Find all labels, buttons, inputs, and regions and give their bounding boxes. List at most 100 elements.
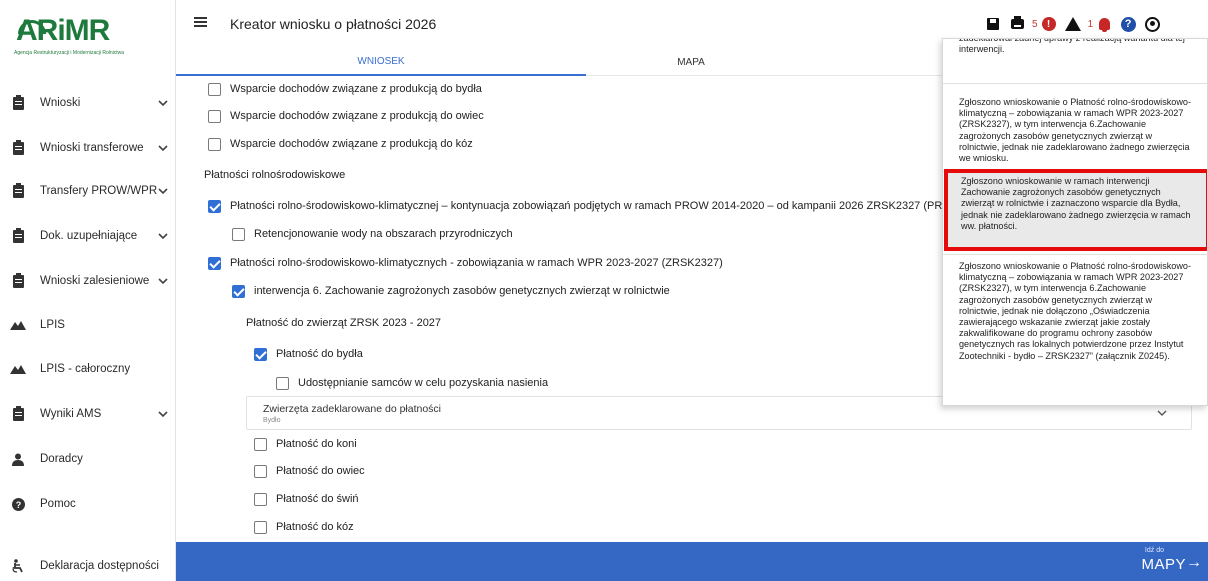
form-row[interactable]: Wsparcie dochodów związane z produkcją d… (208, 134, 473, 154)
checkbox-label: Płatność do koni (276, 438, 357, 450)
tab-wniosek[interactable]: WNIOSEK (176, 48, 586, 76)
clipboard-icon (10, 272, 26, 289)
chevron-down-icon (158, 145, 168, 152)
clipboard-icon (10, 182, 26, 199)
checkbox-label: Wsparcie dochodów związane z produkcją d… (230, 110, 484, 122)
sidebar-item-label: Pomoc (40, 498, 76, 510)
sidebar-item-dok-uzupelniajace[interactable]: Dok. uzupełniające (0, 221, 176, 251)
sidebar-item-label: LPIS - całoroczny (40, 363, 131, 375)
checkbox-label: Płatność do świń (276, 493, 359, 505)
form-row[interactable]: Udostępnianie samców w celu pozyskania n… (276, 373, 548, 393)
tab-mapa[interactable]: MAPA (586, 48, 796, 76)
sidebar-item-label: Wnioski transferowe (40, 142, 144, 154)
checkbox[interactable] (254, 347, 267, 361)
logo-subtitle: Agencja Restrukturyzacji i Modernizacji … (14, 50, 125, 56)
checkbox[interactable] (254, 437, 267, 451)
help-button[interactable]: ? (1119, 15, 1137, 33)
help-icon: ? (1120, 16, 1136, 32)
checkbox[interactable] (208, 109, 221, 123)
form-row[interactable]: Płatności rolno-środowiskowo-klimatyczny… (208, 253, 723, 273)
form-row[interactable]: interwencja 6. Zachowanie zagrożonych za… (232, 281, 670, 301)
warning-message-highlighted[interactable]: Zgłoszono wnioskowanie w ramach interwen… (944, 169, 1207, 251)
errors-button[interactable]: ! (1040, 15, 1058, 33)
page-title: Kreator wniosku o płatności 2026 (230, 16, 437, 32)
form-row[interactable]: Płatność do bydła (254, 344, 363, 364)
section-heading: Płatności rolnośrodowiskowe (204, 169, 346, 181)
checkbox-label: Udostępnianie samców w celu pozyskania n… (298, 377, 549, 389)
sidebar-item-label: LPIS (40, 319, 65, 331)
print-button[interactable] (1008, 15, 1026, 33)
checkbox-label: Płatność do kóz (276, 521, 354, 533)
checkbox[interactable] (232, 227, 245, 241)
checkbox-label: Płatność do bydła (276, 348, 363, 360)
sidebar-item-doradcy[interactable]: Doradcy (0, 444, 176, 474)
error-count: 5 (1032, 18, 1038, 30)
sidebar-item-label: Wnioski zalesieniowe (40, 275, 150, 287)
checkbox[interactable] (276, 376, 289, 390)
checkbox-label: Retencjonowanie wody na obszarach przyro… (254, 228, 513, 240)
sidebar-item-lpis[interactable]: LPIS (0, 310, 176, 340)
section-heading: Płatność do zwierząt ZRSK 2023 - 2027 (246, 317, 442, 329)
checkbox-label: Wsparcie dochodów związane z produkcją d… (230, 138, 473, 150)
go-to-map-button[interactable]: Idź do MAPY → (176, 542, 1208, 581)
accordion-title: Zwierzęta zadeklarowane do płatności (263, 403, 442, 415)
form-row[interactable]: Płatności rolno-środowiskowo-klimatyczne… (208, 196, 1021, 216)
checkbox-label: Płatność do owiec (276, 465, 365, 477)
sidebar: ARiMR Agencja Restrukturyzacji i Moderni… (0, 0, 176, 581)
sidebar-item-wnioski-zalesieniowe[interactable]: Wnioski zalesieniowe (0, 266, 176, 296)
form-row[interactable]: Płatność do świń (254, 489, 359, 509)
warning-message[interactable]: Zgłoszono wnioskowanie o Płatność rolno-… (943, 261, 1207, 401)
warning-message[interactable]: zadeklarował żadnej uprawy z realizacją … (943, 39, 1207, 71)
save-button[interactable] (984, 15, 1002, 33)
sidebar-item-deklaracja[interactable]: Deklaracja dostępności (0, 551, 176, 581)
form-row[interactable]: Wsparcie dochodów związane z produkcją d… (208, 106, 484, 126)
chevron-down-icon (1157, 410, 1167, 416)
print-icon (1010, 16, 1024, 29)
clipboard-icon (10, 94, 26, 111)
sidebar-item-lpis-caloroczny[interactable]: LPIS - całoroczny (0, 354, 176, 384)
clipboard-icon (10, 139, 26, 156)
menu-icon[interactable] (194, 17, 207, 27)
form-row[interactable]: Płatność do kóz (254, 517, 354, 537)
go-to-target: MAPY (1141, 556, 1186, 573)
sidebar-item-transfery[interactable]: Transfery PROW/WPR (0, 176, 176, 206)
user-button[interactable] (1143, 15, 1161, 33)
checkbox[interactable] (208, 256, 221, 270)
form-row[interactable]: Wsparcie dochodów związane z produkcją d… (208, 79, 482, 99)
checkbox[interactable] (208, 137, 221, 151)
divider (943, 254, 1207, 255)
toolbar: 5 ! 1 ? (984, 14, 1167, 34)
checkbox[interactable] (232, 284, 245, 298)
checkbox-label: Wsparcie dochodów związane z produkcją d… (230, 83, 482, 95)
sidebar-item-label: Wnioski (40, 97, 81, 109)
arimr-logo[interactable]: ARiMR Agencja Restrukturyzacji i Moderni… (14, 14, 164, 60)
clipboard-icon (10, 405, 26, 422)
checkbox[interactable] (208, 199, 221, 213)
checkbox[interactable] (254, 520, 267, 534)
chevron-down-icon (158, 100, 168, 107)
checkbox-label: interwencja 6. Zachowanie zagrożonych za… (254, 285, 670, 297)
sidebar-item-pomoc[interactable]: ? Pomoc (0, 489, 176, 519)
form-row[interactable]: Retencjonowanie wody na obszarach przyro… (232, 224, 513, 244)
notifications-button[interactable] (1095, 15, 1113, 33)
chevron-down-icon (158, 278, 168, 285)
checkbox[interactable] (254, 464, 267, 478)
form-row[interactable]: Płatność do koni (254, 434, 357, 454)
sidebar-item-label: Deklaracja dostępności (40, 560, 159, 572)
warnings-button[interactable] (1064, 15, 1082, 33)
sidebar-item-wnioski[interactable]: Wnioski (0, 88, 176, 118)
chevron-down-icon (158, 411, 168, 418)
checkbox-label: Płatności rolno-środowiskowo-klimatyczne… (230, 200, 1021, 212)
sidebar-item-wyniki-ams[interactable]: Wyniki AMS (0, 399, 176, 429)
sidebar-item-label: Wyniki AMS (40, 408, 102, 420)
mountains-icon (10, 317, 26, 333)
warning-count: 1 (1087, 18, 1094, 30)
checkbox[interactable] (208, 82, 221, 96)
logo-text: ARiMR (16, 14, 110, 47)
sidebar-item-wnioski-transferowe[interactable]: Wnioski transferowe (0, 133, 176, 163)
save-icon (987, 18, 999, 30)
checkbox[interactable] (254, 492, 267, 506)
bell-icon (1098, 18, 1110, 32)
form-row[interactable]: Płatność do owiec (254, 461, 365, 481)
clipboard-icon (10, 227, 26, 244)
